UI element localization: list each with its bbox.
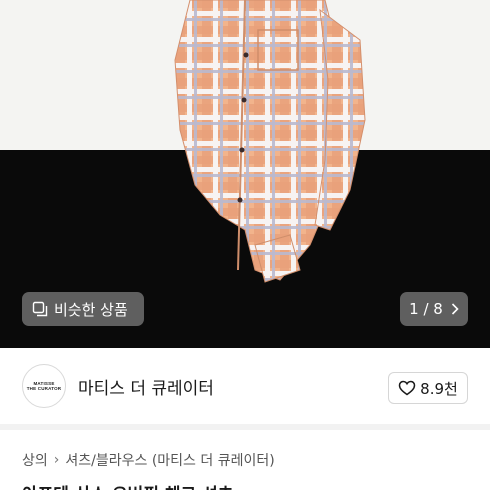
heart-icon <box>398 380 416 396</box>
like-button[interactable]: 8.9천 <box>388 372 468 404</box>
product-photo[interactable]: 비슷한 상품 1 / 8 <box>0 0 490 348</box>
similar-items-label: 비슷한 상품 <box>54 300 128 319</box>
section-divider <box>0 424 490 430</box>
seller-row[interactable]: MATISSE THE CURATOR 마티스 더 큐레이터 8.9천 <box>0 348 490 424</box>
breadcrumb-item-category[interactable]: 상의 <box>22 450 48 470</box>
similar-items-icon <box>32 301 48 317</box>
plaid-shirt-image <box>174 0 366 283</box>
seller-avatar[interactable]: MATISSE THE CURATOR <box>22 364 66 408</box>
image-pager-label: 1 / 8 <box>409 300 443 318</box>
similar-items-button[interactable]: 비슷한 상품 <box>22 292 144 326</box>
seller-name[interactable]: 마티스 더 큐레이터 <box>78 374 214 399</box>
breadcrumb: 상의 › 셔츠/블라우스 (마티스 더 큐레이터) <box>22 450 275 470</box>
chevron-right-icon: › <box>53 452 60 468</box>
chevron-right-icon <box>451 303 459 315</box>
breadcrumb-item-subcategory[interactable]: 셔츠/블라우스 (마티스 더 큐레이터) <box>65 450 274 470</box>
avatar-logo-line2: THE CURATOR <box>26 386 62 391</box>
product-title: 아포테 산스 오버핏 체크 셔츠 <box>22 480 233 490</box>
like-count: 8.9천 <box>420 379 458 398</box>
image-pager-button[interactable]: 1 / 8 <box>400 292 468 326</box>
